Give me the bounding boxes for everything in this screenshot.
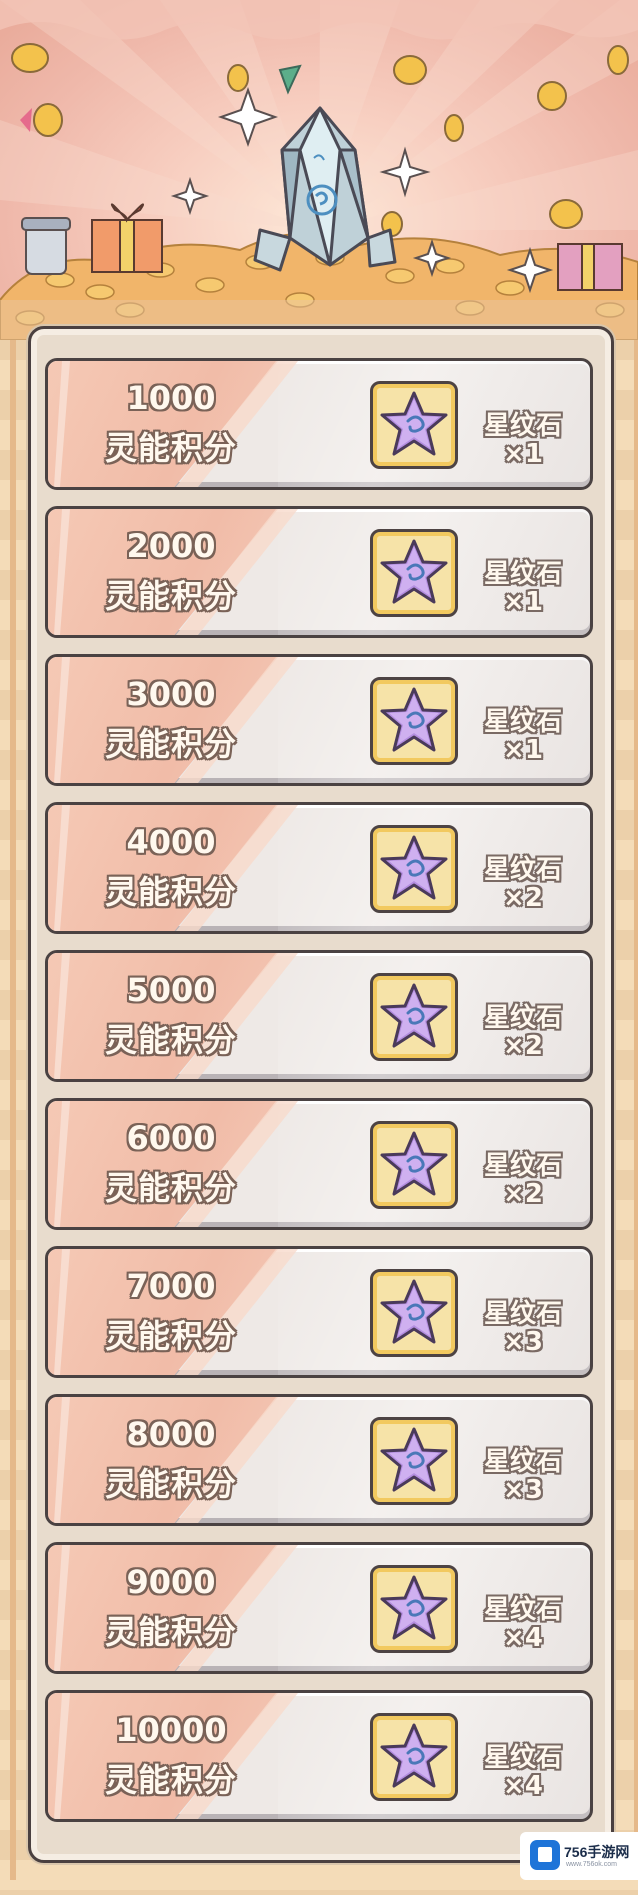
reward-item-quantity: ×2 bbox=[503, 1031, 543, 1061]
reward-row-6: 6000 灵能积分 星纹石 ×2 bbox=[45, 1098, 593, 1230]
reward-item-slot[interactable] bbox=[370, 1713, 458, 1801]
reward-item-quantity: ×4 bbox=[503, 1623, 543, 1653]
banner-illustration bbox=[0, 0, 638, 340]
reward-item-slot[interactable] bbox=[370, 529, 458, 617]
star-stone-icon bbox=[380, 391, 448, 456]
header-banner bbox=[0, 0, 638, 340]
reward-item-slot[interactable] bbox=[370, 1269, 458, 1357]
reward-screen: 1000 灵能积分 星纹石 ×1 2000 灵能积分 星纹石 ×1 3000 灵… bbox=[0, 0, 638, 1895]
reward-item-slot[interactable] bbox=[370, 1417, 458, 1505]
reward-item-name: 星纹石 bbox=[483, 1151, 562, 1181]
score-label: 灵能积分 bbox=[104, 1169, 237, 1207]
reward-row-4: 4000 灵能积分 星纹石 ×2 bbox=[45, 802, 593, 934]
reward-item-slot[interactable] bbox=[370, 973, 458, 1061]
reward-item-quantity: ×1 bbox=[503, 439, 543, 469]
reward-row-10: 10000 灵能积分 星纹石 ×4 bbox=[45, 1690, 593, 1822]
reward-item-slot[interactable] bbox=[370, 825, 458, 913]
watermark-logo-icon bbox=[530, 1840, 560, 1870]
score-threshold: 2000 bbox=[126, 527, 216, 565]
reward-row-2: 2000 灵能积分 星纹石 ×1 bbox=[45, 506, 593, 638]
star-stone-icon bbox=[380, 1575, 448, 1640]
star-stone-icon bbox=[380, 1279, 448, 1344]
reward-item-name: 星纹石 bbox=[483, 1447, 562, 1477]
score-label: 灵能积分 bbox=[104, 1317, 237, 1355]
watermark-sub: www.756ok.com bbox=[566, 1861, 617, 1868]
score-threshold: 7000 bbox=[126, 1267, 216, 1305]
score-threshold: 10000 bbox=[115, 1711, 227, 1749]
watermark: 756手游网 www.756ok.com bbox=[520, 1832, 638, 1880]
score-threshold: 4000 bbox=[126, 823, 216, 861]
star-stone-icon bbox=[380, 835, 448, 900]
reward-item-slot[interactable] bbox=[370, 1121, 458, 1209]
score-threshold: 9000 bbox=[126, 1563, 216, 1601]
reward-item-quantity: ×2 bbox=[503, 1179, 543, 1209]
reward-item-name: 星纹石 bbox=[483, 411, 562, 441]
reward-row-8: 8000 灵能积分 星纹石 ×3 bbox=[45, 1394, 593, 1526]
score-label: 灵能积分 bbox=[104, 1021, 237, 1059]
reward-row-5: 5000 灵能积分 星纹石 ×2 bbox=[45, 950, 593, 1082]
score-threshold: 8000 bbox=[126, 1415, 216, 1453]
score-label: 灵能积分 bbox=[104, 577, 237, 615]
reward-item-name: 星纹石 bbox=[483, 1743, 562, 1773]
reward-row-1: 1000 灵能积分 星纹石 ×1 bbox=[45, 358, 593, 490]
score-threshold: 1000 bbox=[126, 379, 216, 417]
score-label: 灵能积分 bbox=[104, 1465, 237, 1503]
reward-item-name: 星纹石 bbox=[483, 1299, 562, 1329]
star-stone-icon bbox=[380, 983, 448, 1048]
score-label: 灵能积分 bbox=[104, 725, 237, 763]
score-label: 灵能积分 bbox=[104, 1761, 237, 1799]
star-stone-icon bbox=[380, 1131, 448, 1196]
reward-item-slot[interactable] bbox=[370, 1565, 458, 1653]
star-stone-icon bbox=[380, 1723, 448, 1788]
score-label: 灵能积分 bbox=[104, 1613, 237, 1651]
reward-item-quantity: ×1 bbox=[503, 735, 543, 765]
reward-item-name: 星纹石 bbox=[483, 855, 562, 885]
star-stone-icon bbox=[380, 1427, 448, 1492]
reward-item-quantity: ×3 bbox=[503, 1475, 543, 1505]
score-threshold: 3000 bbox=[126, 675, 216, 713]
reward-item-name: 星纹石 bbox=[483, 707, 562, 737]
reward-item-quantity: ×3 bbox=[503, 1327, 543, 1357]
reward-row-9: 9000 灵能积分 星纹石 ×4 bbox=[45, 1542, 593, 1674]
score-threshold: 6000 bbox=[126, 1119, 216, 1157]
reward-item-name: 星纹石 bbox=[483, 1595, 562, 1625]
score-threshold: 5000 bbox=[126, 971, 216, 1009]
reward-item-slot[interactable] bbox=[370, 381, 458, 469]
score-label: 灵能积分 bbox=[104, 429, 237, 467]
reward-row-3: 3000 灵能积分 星纹石 ×1 bbox=[45, 654, 593, 786]
star-stone-icon bbox=[380, 687, 448, 752]
watermark-text: 756手游网 bbox=[564, 1844, 630, 1860]
reward-item-quantity: ×4 bbox=[503, 1771, 543, 1801]
star-stone-icon bbox=[380, 539, 448, 604]
reward-item-quantity: ×1 bbox=[503, 587, 543, 617]
reward-row-7: 7000 灵能积分 星纹石 ×3 bbox=[45, 1246, 593, 1378]
reward-item-quantity: ×2 bbox=[503, 883, 543, 913]
score-label: 灵能积分 bbox=[104, 873, 237, 911]
reward-item-slot[interactable] bbox=[370, 677, 458, 765]
reward-item-name: 星纹石 bbox=[483, 559, 562, 589]
reward-item-name: 星纹石 bbox=[483, 1003, 562, 1033]
